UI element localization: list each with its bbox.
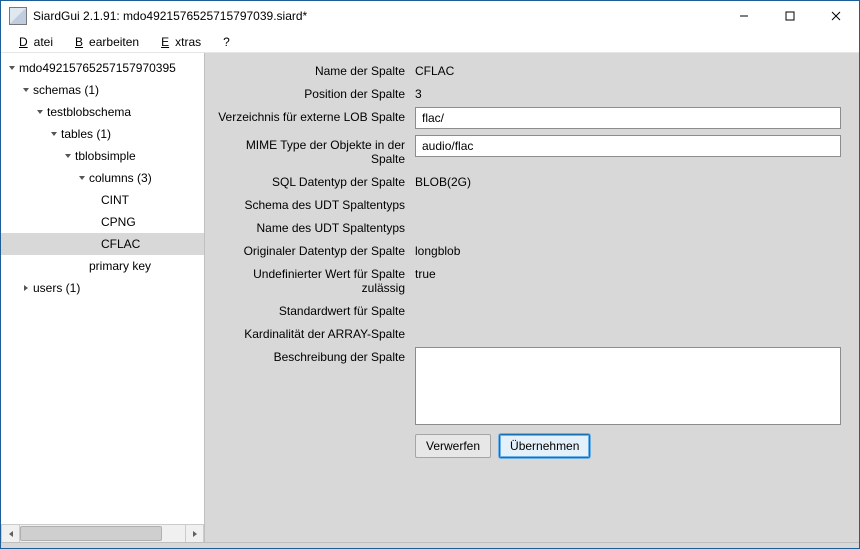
value-cardinality <box>415 324 841 327</box>
menu-file[interactable]: Datei <box>13 33 65 51</box>
menubar: Datei Bearbeiten Extras ? <box>1 31 859 53</box>
horizontal-scrollbar[interactable] <box>1 524 204 542</box>
tree-node-col-cflac[interactable]: CFLAC <box>1 233 204 255</box>
label-cardinality: Kardinalität der ARRAY-Spalte <box>209 324 415 341</box>
window-title: SiardGui 2.1.91: mdo4921576525715797039.… <box>33 9 307 23</box>
value-nullable: true <box>415 264 841 281</box>
caret-right-icon <box>21 284 31 292</box>
caret-down-icon <box>63 152 73 160</box>
maximize-button[interactable] <box>767 1 813 31</box>
caret-down-icon <box>35 108 45 116</box>
value-col-position: 3 <box>415 84 841 101</box>
sidebar: mdo49215765257157970395 schemas (1) test… <box>1 53 205 542</box>
label-nullable: Undefinierter Wert für Spalte zulässig <box>209 264 415 295</box>
value-col-name: CFLAC <box>415 61 841 78</box>
menu-edit[interactable]: Bearbeiten <box>69 33 151 51</box>
tree-node-schemas[interactable]: schemas (1) <box>1 79 204 101</box>
label-udt-name: Name des UDT Spaltentyps <box>209 218 415 235</box>
caret-down-icon <box>49 130 59 138</box>
titlebar: SiardGui 2.1.91: mdo4921576525715797039.… <box>1 1 859 31</box>
label-origtype: Originaler Datentyp der Spalte <box>209 241 415 258</box>
client-area: mdo49215765257157970395 schemas (1) test… <box>1 53 859 542</box>
close-button[interactable] <box>813 1 859 31</box>
tree-node-users[interactable]: users (1) <box>1 277 204 299</box>
tree-node-tables[interactable]: tables (1) <box>1 123 204 145</box>
discard-button[interactable]: Verwerfen <box>415 434 491 458</box>
tree-node-col-cpng[interactable]: CPNG <box>1 211 204 233</box>
label-udt-schema: Schema des UDT Spaltentyps <box>209 195 415 212</box>
scroll-left-button[interactable] <box>1 525 20 542</box>
label-col-name: Name der Spalte <box>209 61 415 78</box>
tree-node-primarykey[interactable]: primary key <box>1 255 204 277</box>
apply-button[interactable]: Übernehmen <box>499 434 590 458</box>
caret-down-icon <box>21 86 31 94</box>
value-udt-name <box>415 218 841 221</box>
app-icon <box>9 7 27 25</box>
value-default <box>415 301 841 304</box>
value-sqltype: BLOB(2G) <box>415 172 841 189</box>
tree[interactable]: mdo49215765257157970395 schemas (1) test… <box>1 53 204 524</box>
tree-node-schema[interactable]: testblobschema <box>1 101 204 123</box>
menu-extras[interactable]: Extras <box>155 33 213 51</box>
label-lob-dir: Verzeichnis für externe LOB Spalte <box>209 107 415 124</box>
minimize-button[interactable] <box>721 1 767 31</box>
label-col-position: Position der Spalte <box>209 84 415 101</box>
value-origtype: longblob <box>415 241 841 258</box>
tree-node-columns[interactable]: columns (3) <box>1 167 204 189</box>
label-sqltype: SQL Datentyp der Spalte <box>209 172 415 189</box>
label-mime: MIME Type der Objekte in der Spalte <box>209 135 415 166</box>
value-udt-schema <box>415 195 841 198</box>
tree-node-col-cint[interactable]: CINT <box>1 189 204 211</box>
input-description[interactable] <box>415 347 841 425</box>
app-window: SiardGui 2.1.91: mdo4921576525715797039.… <box>0 0 860 549</box>
caret-down-icon <box>7 64 17 72</box>
label-default: Standardwert für Spalte <box>209 301 415 318</box>
scroll-track[interactable] <box>20 525 185 542</box>
menu-help[interactable]: ? <box>217 33 236 51</box>
tree-node-table[interactable]: tblobsimple <box>1 145 204 167</box>
tree-node-root[interactable]: mdo49215765257157970395 <box>1 57 204 79</box>
scroll-thumb[interactable] <box>20 526 162 541</box>
input-lob-dir[interactable] <box>415 107 841 129</box>
caret-down-icon <box>77 174 87 182</box>
input-mime[interactable] <box>415 135 841 157</box>
label-description: Beschreibung der Spalte <box>209 347 415 364</box>
detail-panel: Name der SpalteCFLAC Position der Spalte… <box>205 53 859 542</box>
scroll-right-button[interactable] <box>185 525 204 542</box>
statusbar <box>1 542 859 548</box>
